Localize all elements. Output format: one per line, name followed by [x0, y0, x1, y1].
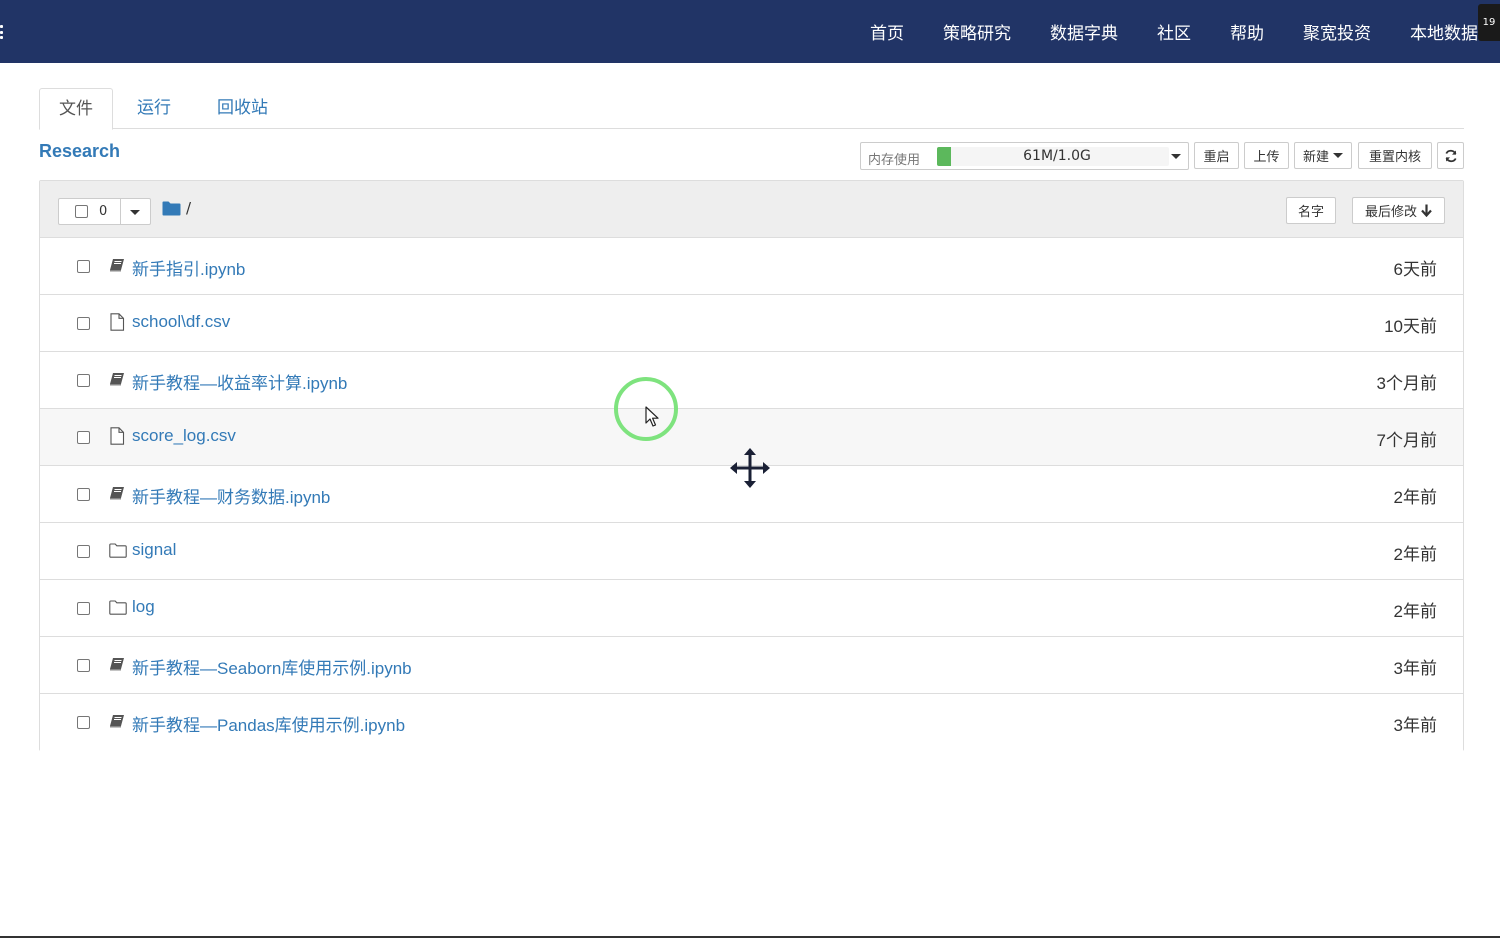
notebook-icon [109, 257, 125, 275]
move-cursor-icon [730, 448, 770, 488]
memory-value: 61M/1.0G [1023, 148, 1091, 164]
top-navbar: 首页 策略研究 数据字典 社区 帮助 聚宽投资 本地数据 19 [0, 0, 1500, 63]
corner-badge[interactable]: 19 [1478, 4, 1500, 41]
tab-files[interactable]: 文件 [39, 88, 113, 130]
nav-item-strategy-research[interactable]: 策略研究 [943, 19, 1011, 44]
row-checkbox[interactable] [77, 602, 90, 615]
memory-label: 内存使用 [868, 153, 921, 168]
row-checkbox[interactable] [77, 659, 90, 672]
file-modified: 3年前 [1393, 659, 1437, 678]
new-button-label: 新建 [1302, 150, 1329, 165]
nav-item-community[interactable]: 社区 [1157, 19, 1191, 44]
nav-links: 首页 策略研究 数据字典 社区 帮助 聚宽投资 本地数据 [870, 0, 1478, 63]
file-icon [109, 313, 125, 331]
file-modified: 6天前 [1393, 260, 1437, 279]
row-checkbox[interactable] [77, 716, 90, 729]
nav-item-local-data[interactable]: 本地数据 [1410, 19, 1478, 44]
file-modified: 2年前 [1393, 488, 1437, 507]
caret-down-icon [1171, 154, 1181, 159]
file-name-link[interactable]: 新手教程—财务数据.ipynb [132, 483, 330, 508]
file-modified: 2年前 [1393, 602, 1437, 621]
reset-kernel-button[interactable]: 重置内核 [1358, 142, 1432, 169]
file-modified: 2年前 [1393, 545, 1437, 564]
notebook-icon [109, 713, 125, 731]
folder-icon [109, 600, 127, 618]
file-name-link[interactable]: signal [132, 540, 176, 560]
list-item[interactable]: signal 2年前 [40, 523, 1463, 580]
file-modified: 3个月前 [1376, 374, 1437, 393]
select-all-dropdown[interactable]: 0 [58, 198, 151, 225]
file-icon [109, 427, 125, 445]
file-name-link[interactable]: school\df.csv [132, 312, 230, 332]
refresh-icon [1444, 149, 1457, 162]
arrow-down-icon [1421, 204, 1432, 217]
caret-down-icon [1333, 153, 1343, 158]
current-path[interactable]: / [186, 199, 191, 217]
list-item[interactable]: log 2年前 [40, 580, 1463, 637]
row-checkbox[interactable] [77, 431, 90, 444]
memory-progress-bar: 61M/1.0G [937, 147, 1169, 166]
file-name-link[interactable]: 新手教程—收益率计算.ipynb [132, 369, 347, 394]
divider [120, 199, 121, 224]
folder-icon [109, 543, 127, 561]
upload-button[interactable]: 上传 [1244, 142, 1289, 169]
file-modified: 7个月前 [1376, 431, 1437, 450]
nav-item-home[interactable]: 首页 [870, 19, 904, 44]
tab-trash[interactable]: 回收站 [198, 88, 287, 129]
list-item[interactable]: 新手教程—收益率计算.ipynb 3个月前 [40, 352, 1463, 409]
restart-button[interactable]: 重启 [1194, 142, 1239, 169]
notebook-icon [109, 371, 125, 389]
list-item[interactable]: school\df.csv 10天前 [40, 295, 1463, 352]
select-all-checkbox[interactable] [75, 205, 88, 218]
project-title[interactable]: Research [39, 141, 120, 162]
sort-by-modified-label: 最后修改 [1364, 205, 1417, 220]
list-item[interactable]: 新手教程—Seaborn库使用示例.ipynb 3年前 [40, 637, 1463, 694]
file-list-header: 0 / 名字 最后修改 [40, 181, 1463, 238]
memory-usage[interactable]: 内存使用 61M/1.0G [860, 142, 1189, 170]
file-modified: 3年前 [1393, 716, 1437, 735]
file-modified: 10天前 [1384, 317, 1437, 336]
file-name-link[interactable]: log [132, 597, 155, 617]
new-button[interactable]: 新建 [1294, 142, 1352, 169]
sort-by-modified-button[interactable]: 最后修改 [1352, 197, 1445, 224]
selected-count: 0 [99, 204, 108, 219]
file-name-link[interactable]: 新手教程—Pandas库使用示例.ipynb [132, 711, 405, 736]
file-name-link[interactable]: score_log.csv [132, 426, 236, 446]
row-checkbox[interactable] [77, 488, 90, 501]
notebook-icon [109, 656, 125, 674]
folder-icon[interactable] [162, 201, 181, 216]
file-name-link[interactable]: 新手指引.ipynb [132, 255, 245, 280]
row-checkbox[interactable] [77, 545, 90, 558]
menu-dots-icon[interactable] [0, 22, 4, 42]
file-tabs: 文件 运行 回收站 [39, 88, 1464, 130]
sort-by-name-button[interactable]: 名字 [1286, 197, 1336, 224]
list-item[interactable]: 新手指引.ipynb 6天前 [40, 238, 1463, 295]
nav-item-data-dictionary[interactable]: 数据字典 [1050, 19, 1118, 44]
row-checkbox[interactable] [77, 374, 90, 387]
file-name-link[interactable]: 新手教程—Seaborn库使用示例.ipynb [132, 654, 412, 679]
mouse-pointer-icon [645, 406, 659, 427]
row-checkbox[interactable] [77, 260, 90, 273]
notebook-icon [109, 485, 125, 503]
nav-item-help[interactable]: 帮助 [1230, 19, 1264, 44]
row-checkbox[interactable] [77, 317, 90, 330]
nav-item-joinquant-invest[interactable]: 聚宽投资 [1303, 19, 1371, 44]
tab-running[interactable]: 运行 [118, 88, 190, 129]
list-item[interactable]: 新手教程—Pandas库使用示例.ipynb 3年前 [40, 694, 1463, 751]
caret-down-icon[interactable] [130, 210, 140, 215]
refresh-button[interactable] [1437, 142, 1464, 169]
